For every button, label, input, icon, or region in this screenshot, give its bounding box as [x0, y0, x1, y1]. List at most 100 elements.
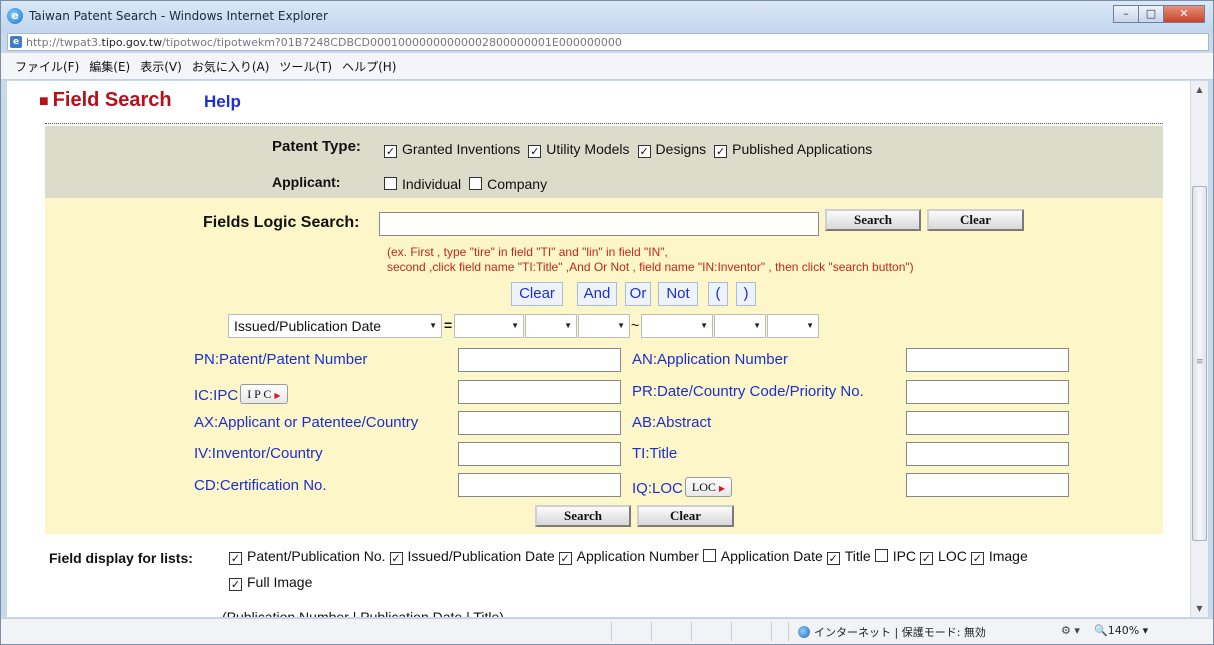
field-label-pr[interactable]: PR:Date/Country Code/Priority No. [632, 383, 864, 400]
page-icon: e [10, 36, 22, 48]
help-link[interactable]: Help [204, 92, 241, 112]
clear-button[interactable]: Clear [637, 505, 734, 527]
zoom-level[interactable]: 🔍140% ▾ [1094, 624, 1148, 637]
ipc-button[interactable]: I P C ▶ [240, 384, 288, 404]
scroll-thumb[interactable]: ≡ [1192, 186, 1207, 541]
field-label-iv[interactable]: IV:Inventor/Country [194, 445, 323, 462]
field-label-pn[interactable]: PN:Patent/Patent Number [194, 351, 367, 368]
display-full-image-checkbox[interactable]: ✓ Full Image [229, 574, 312, 591]
title-bar: e Taiwan Patent Search - Windows Interne… [1, 1, 1213, 32]
menu-file[interactable]: ファイル(F) [15, 58, 79, 75]
date-tilde: ~ [631, 317, 640, 333]
field-input-cd[interactable] [458, 473, 621, 497]
ie-logo-icon: e [7, 8, 23, 24]
display-application-date-checkbox[interactable]: Application Date [702, 548, 823, 564]
field-input-ic[interactable] [458, 380, 621, 404]
url-text: http://twpat3.tipo.gov.tw/tipotwoc/tipot… [26, 36, 622, 49]
browser-window: e Taiwan Patent Search - Windows Interne… [0, 0, 1214, 645]
logic-search-input[interactable] [379, 212, 819, 236]
divider [45, 123, 1163, 124]
hint-line-1: (ex. First , type "tire" in field "TI" a… [387, 245, 668, 259]
company-checkbox[interactable]: Company [469, 176, 547, 192]
status-divider [771, 622, 772, 641]
date-from-day-select[interactable]: ▼ [578, 314, 630, 338]
display-cutoff-text: (Publication Number | Publication Date |… [222, 609, 504, 617]
menu-tools[interactable]: ツール(T) [279, 58, 332, 75]
patent-type-label: Patent Type: [272, 138, 361, 155]
field-input-ax[interactable] [458, 411, 621, 435]
field-input-ti[interactable] [906, 442, 1069, 466]
op-clear-button[interactable]: Clear [511, 282, 563, 306]
minimize-button[interactable]: – [1113, 5, 1139, 23]
patent-type-options: ✓ Granted Inventions ✓ Utility Models ✓ Desig… [384, 141, 880, 158]
field-input-pr[interactable] [906, 380, 1069, 404]
close-button[interactable]: ✕ [1163, 5, 1205, 23]
published-applications-checkbox[interactable]: ✓ Published Applications [714, 141, 872, 158]
address-bar[interactable]: e http://twpat3.tipo.gov.tw/tipotwoc/tip… [7, 33, 1209, 51]
zoom-icon: 🔍 [1094, 624, 1108, 637]
display-issued-date-checkbox[interactable]: ✓ Issued/Publication Date [389, 548, 555, 565]
field-label-ti[interactable]: TI:Title [632, 445, 677, 462]
date-equals: = [444, 317, 453, 333]
page-title: ■ Field Search [39, 89, 172, 111]
applicant-options: Individual Company [384, 176, 555, 192]
status-divider [731, 622, 732, 641]
date-to-year-select[interactable]: ▼ [641, 314, 713, 338]
op-and-button[interactable]: And [577, 282, 617, 306]
logic-search-button[interactable]: Search [825, 209, 921, 231]
field-input-an[interactable] [906, 348, 1069, 372]
window-title: Taiwan Patent Search - Windows Internet … [29, 9, 328, 23]
field-label-an[interactable]: AN:Application Number [632, 351, 788, 368]
date-field-select[interactable]: Issued/Publication Date ▼ [228, 314, 442, 338]
display-application-number-checkbox[interactable]: ✓ Application Number [558, 548, 699, 565]
protected-mode-icon[interactable]: ⚙ ▾ [1061, 624, 1080, 637]
security-zone[interactable]: インターネット | 保護モード: 無効 [798, 624, 986, 640]
applicant-label: Applicant: [272, 174, 341, 190]
display-fields-label: Field display for lists: [49, 550, 193, 566]
field-input-iv[interactable] [458, 442, 621, 466]
op-not-button[interactable]: Not [658, 282, 698, 306]
status-bar: インターネット | 保護モード: 無効 ⚙ ▾ 🔍140% ▾ [1, 618, 1213, 644]
menu-edit[interactable]: 編集(E) [89, 58, 130, 75]
display-ipc-checkbox[interactable]: IPC [874, 548, 916, 564]
display-options: ✓ Patent/Publication No. ✓ Issued/Publicati… [229, 548, 1028, 565]
field-label-cd[interactable]: CD:Certification No. [194, 477, 327, 494]
field-label-iq[interactable]: IQ:LOC LOC ▶ [632, 477, 733, 497]
globe-icon [798, 626, 810, 638]
display-image-checkbox[interactable]: ✓ Image [970, 548, 1028, 565]
logic-search-label: Fields Logic Search: [203, 214, 360, 231]
field-label-ab[interactable]: AB:Abstract [632, 414, 711, 431]
menu-help[interactable]: ヘルプ(H) [342, 58, 396, 75]
field-input-ab[interactable] [906, 411, 1069, 435]
display-title-checkbox[interactable]: ✓ Title [826, 548, 871, 565]
display-patent-no-checkbox[interactable]: ✓ Patent/Publication No. [229, 548, 386, 565]
vertical-scrollbar[interactable]: ▲ ≡ ▼ [1190, 81, 1208, 617]
scroll-down-icon[interactable]: ▼ [1191, 600, 1208, 617]
menu-view[interactable]: 表示(V) [140, 58, 182, 75]
loc-button[interactable]: LOC ▶ [684, 477, 733, 497]
date-from-month-select[interactable]: ▼ [525, 314, 577, 338]
op-close-paren-button[interactable]: ) [736, 282, 756, 306]
date-to-day-select[interactable]: ▼ [767, 314, 819, 338]
scroll-up-icon[interactable]: ▲ [1191, 81, 1208, 98]
field-label-ax[interactable]: AX:Applicant or Patentee/Country [194, 414, 418, 431]
op-open-paren-button[interactable]: ( [708, 282, 728, 306]
status-divider [651, 622, 652, 641]
utility-models-checkbox[interactable]: ✓ Utility Models [528, 141, 630, 158]
logic-clear-button[interactable]: Clear [927, 209, 1024, 231]
op-or-button[interactable]: Or [625, 282, 651, 306]
field-label-ic[interactable]: IC:IPC I P C ▶ [194, 384, 288, 404]
search-button[interactable]: Search [535, 505, 631, 527]
field-input-pn[interactable] [458, 348, 621, 372]
maximize-button[interactable]: □ [1138, 5, 1164, 23]
field-input-iq[interactable] [906, 473, 1069, 497]
individual-checkbox[interactable]: Individual [384, 176, 461, 192]
display-loc-checkbox[interactable]: ✓ LOC [920, 548, 967, 565]
menu-favorites[interactable]: お気に入り(A) [192, 58, 270, 75]
date-to-month-select[interactable]: ▼ [714, 314, 766, 338]
date-from-year-select[interactable]: ▼ [454, 314, 524, 338]
status-divider [691, 622, 692, 641]
granted-inventions-checkbox[interactable]: ✓ Granted Inventions [384, 141, 520, 158]
designs-checkbox[interactable]: ✓ Designs [637, 141, 706, 158]
hint-line-2: second ,click field name "TI:Title" ,And… [387, 260, 914, 274]
